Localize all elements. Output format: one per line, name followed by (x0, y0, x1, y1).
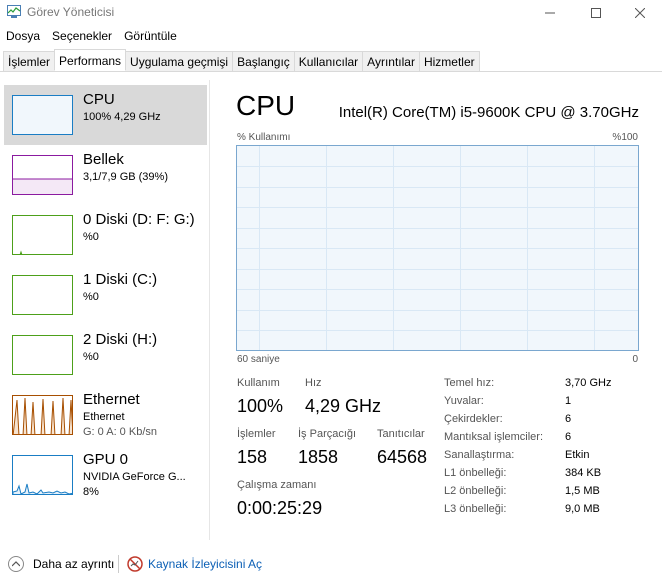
graph-y-label: % Kullanımı (237, 132, 291, 143)
gpu-mini-graph (12, 455, 73, 495)
tab-services[interactable]: Hizmetler (418, 51, 480, 71)
sidebar-item-label: 2 Diski (H:) (83, 331, 158, 348)
minimize-button[interactable] (527, 0, 573, 25)
footer: Daha az ayrıntı Kaynak İzleyicisini Aç (0, 552, 662, 588)
usage-value: 100% (237, 396, 284, 416)
close-button[interactable] (617, 0, 662, 25)
maximize-icon (591, 7, 601, 18)
page-title: CPU (236, 90, 296, 121)
spec-virtualization-value: Etkin (565, 449, 590, 461)
sidebar-item-throughput: G: 0 A: 0 Kb/sn (83, 426, 157, 438)
processes-value: 158 (237, 447, 268, 467)
task-manager-icon (7, 5, 21, 18)
sidebar-item-gpu[interactable]: GPU 0 NVIDIA GeForce G... 8% (4, 445, 207, 505)
sidebar-item-detail: %0 (83, 291, 99, 303)
tab-details[interactable]: Ayrıntılar (362, 51, 420, 71)
menu-bar: Dosya Seçenekler Görüntüle (0, 27, 183, 47)
footer-divider (118, 555, 119, 573)
sidebar-item-label: CPU (83, 91, 115, 108)
sidebar-item-detail: 3,1/7,9 GB (39%) (83, 171, 168, 183)
resource-monitor-icon[interactable] (127, 556, 143, 572)
sidebar-item-detail: %0 (83, 231, 99, 243)
menu-options[interactable]: Seçenekler (46, 27, 118, 47)
resource-sidebar: CPU 100% 4,29 GHz Bellek 3,1/7,9 GB (39%… (0, 80, 210, 540)
graph-grid (237, 146, 638, 350)
spec-sockets-value: 1 (565, 395, 572, 407)
tab-users[interactable]: Kullanıcılar (293, 51, 364, 71)
uptime-label: Çalışma zamanı (237, 479, 317, 491)
spec-virtualization-label: Sanallaştırma: (444, 449, 515, 461)
speed-value: 4,29 GHz (305, 396, 382, 416)
spec-logical-processors-label: Mantıksal işlemciler: (444, 431, 544, 443)
sidebar-item-detail: %0 (83, 351, 99, 363)
graph-y-max: %100 (612, 132, 638, 143)
usage-label: Kullanım (237, 377, 280, 389)
maximize-button[interactable] (573, 0, 619, 25)
sidebar-item-usage: 8% (83, 486, 99, 498)
sidebar-item-disk-0[interactable]: 0 Diski (D: F: G:) %0 (4, 205, 207, 265)
graph-x-end: 0 (632, 354, 638, 365)
spec-l2-cache-value: 1,5 MB (565, 485, 600, 497)
menu-view[interactable]: Görüntüle (118, 27, 183, 47)
sidebar-item-label: GPU 0 (83, 451, 129, 468)
handles-label: Tanıtıcılar (377, 428, 425, 440)
tab-bar: İşlemler Performans Uygulama geçmişi Baş… (0, 49, 662, 72)
tab-processes[interactable]: İşlemler (3, 51, 56, 71)
tab-startup[interactable]: Başlangıç (232, 51, 295, 71)
tab-performance[interactable]: Performans (54, 49, 127, 71)
spec-l1-cache-label: L1 önbelleği: (444, 467, 507, 479)
spec-logical-processors-value: 6 (565, 431, 572, 443)
spec-sockets-label: Yuvalar: (444, 395, 484, 407)
spec-l3-cache-label: L3 önbelleği: (444, 503, 507, 515)
sidebar-item-ethernet[interactable]: Ethernet Ethernet G: 0 A: 0 Kb/sn (4, 385, 207, 445)
disk-1-mini-graph (12, 275, 73, 315)
close-icon (635, 7, 645, 18)
cpu-model-name: Intel(R) Core(TM) i5-9600K CPU @ 3.70GHz (338, 104, 639, 121)
sidebar-item-disk-1[interactable]: 1 Diski (C:) %0 (4, 265, 207, 325)
window-title: Görev Yöneticisi (27, 5, 115, 19)
spec-base-speed-value: 3,70 GHz (565, 377, 612, 389)
processes-label: İşlemler (237, 428, 276, 440)
sidebar-item-memory[interactable]: Bellek 3,1/7,9 GB (39%) (4, 145, 207, 205)
sidebar-item-disk-2[interactable]: 2 Diski (H:) %0 (4, 325, 207, 385)
uptime-value: 0:00:25:29 (237, 498, 323, 518)
cpu-usage-graph (236, 145, 639, 351)
fewer-details-link[interactable]: Daha az ayrıntı (33, 557, 114, 571)
sidebar-item-cpu[interactable]: CPU 100% 4,29 GHz (4, 85, 207, 145)
spec-l2-cache-label: L2 önbelleği: (444, 485, 507, 497)
disk-2-mini-graph (12, 335, 73, 375)
threads-value: 1858 (298, 447, 339, 467)
title-bar: Görev Yöneticisi (0, 0, 662, 25)
spec-l3-cache-value: 9,0 MB (565, 503, 600, 515)
graph-x-label: 60 saniye (237, 354, 280, 365)
open-resource-monitor-link[interactable]: Kaynak İzleyicisini Aç (148, 557, 262, 571)
speed-label: Hız (305, 377, 322, 389)
sidebar-item-label: 1 Diski (C:) (83, 271, 158, 288)
sidebar-item-detail: Ethernet (83, 411, 125, 423)
sidebar-item-detail: 100% 4,29 GHz (83, 111, 161, 123)
tab-app-history[interactable]: Uygulama geçmişi (125, 51, 234, 71)
memory-mini-graph (12, 155, 73, 195)
sidebar-item-detail: NVIDIA GeForce G... (83, 471, 186, 483)
sidebar-item-label: Ethernet (83, 391, 140, 408)
spec-cores-label: Çekirdekler: (444, 413, 503, 425)
spec-cores-value: 6 (565, 413, 572, 425)
ethernet-mini-graph (12, 395, 73, 435)
sidebar-item-label: 0 Diski (D: F: G:) (83, 211, 195, 228)
cpu-mini-graph (12, 95, 73, 135)
spec-l1-cache-value: 384 KB (565, 467, 602, 479)
spec-base-speed-label: Temel hız: (444, 377, 495, 389)
menu-file[interactable]: Dosya (0, 27, 46, 47)
disk-0-mini-graph (12, 215, 73, 255)
chevron-up-icon[interactable] (8, 556, 24, 572)
minimize-icon (545, 12, 555, 13)
threads-label: İş Parçacığı (298, 428, 357, 440)
handles-value: 64568 (377, 447, 428, 467)
sidebar-item-label: Bellek (83, 151, 124, 168)
